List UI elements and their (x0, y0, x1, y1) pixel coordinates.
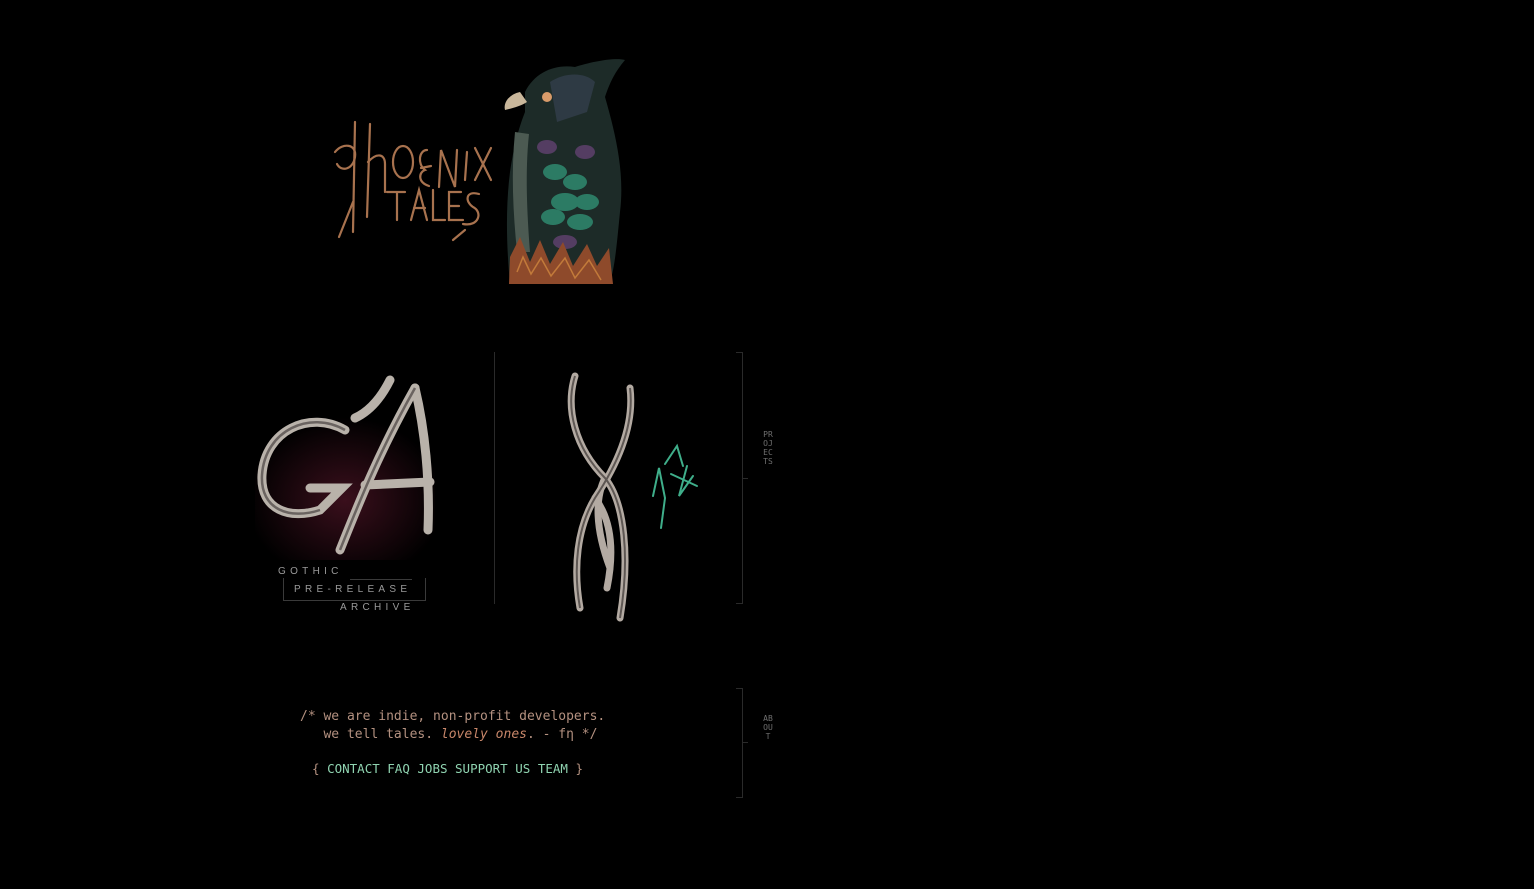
phoenix-bird-illustration (504, 59, 625, 285)
about-line-2a: we tell tales. (300, 727, 441, 742)
contact-link[interactable]: CONTACT (327, 761, 380, 776)
footer-nav: { CONTACT FAQ JOBS SUPPORT US TEAM } (312, 761, 583, 776)
pre-release-label: PRE-RELEASE (294, 584, 412, 595)
projects-nav-label[interactable]: PROJECTS (763, 430, 773, 530)
support-us-link[interactable]: SUPPORT US (455, 761, 530, 776)
about-emphasis: lovely ones (440, 727, 527, 742)
about-line-1: /* we are indie, non-profit developers. (300, 709, 606, 724)
bracket-tick (736, 603, 742, 604)
team-link[interactable]: TEAM (538, 761, 568, 776)
project-divider (494, 352, 495, 604)
bracket-tick (742, 742, 748, 743)
bracket-tick (736, 797, 742, 798)
archive-label: ARCHIVE (340, 602, 415, 613)
about-line-2b: . - fη */ (526, 727, 598, 742)
about-bracket (742, 688, 743, 798)
gothic-label: GOTHIC (278, 566, 343, 577)
ga-monogram-icon (255, 375, 435, 560)
x-monogram-icon (567, 372, 698, 622)
phoenix-tales-logo[interactable] (325, 52, 645, 297)
faq-link[interactable]: FAQ (387, 761, 410, 776)
nav-open-brace: { (312, 761, 328, 776)
nav-close-brace: } (567, 761, 583, 776)
project-x-tale[interactable] (535, 368, 725, 630)
rune-glyph (652, 443, 698, 529)
jobs-link[interactable]: JOBS (417, 761, 447, 776)
bracket-tick (736, 352, 742, 353)
logo-lettering (333, 120, 493, 242)
about-nav-label[interactable]: ABOUT (763, 714, 773, 774)
bracket-tick (736, 688, 742, 689)
about-blurb: /* we are indie, non-profit developers. … (300, 708, 605, 744)
bracket-tick (742, 478, 748, 479)
project-gothic-archive[interactable]: GOTHIC PRE-RELEASE ARCHIVE (250, 370, 440, 620)
